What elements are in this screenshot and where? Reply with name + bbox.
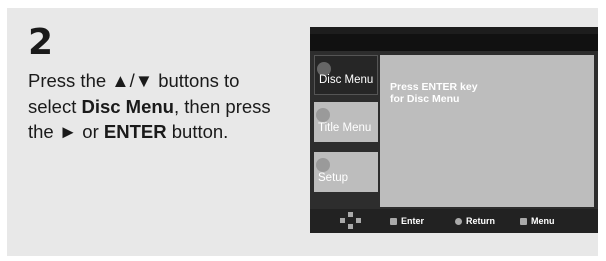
instruction-part: or	[77, 121, 104, 142]
return-hint-label: Return	[466, 216, 495, 226]
instruction-text: Press the ▲/▼ buttons to select Disc Men…	[28, 68, 288, 145]
title-icon	[316, 108, 330, 122]
menu-icon	[520, 218, 527, 225]
instruction-part: Press the	[28, 70, 112, 91]
step-number: 2	[28, 22, 55, 63]
menu-tab-title-menu[interactable]: Title Menu	[314, 102, 378, 142]
menu-tab-label: Title Menu	[318, 122, 372, 134]
menu-message: Press ENTER key for Disc Menu	[390, 81, 478, 105]
enter-emphasis: ENTER	[103, 121, 167, 142]
enter-icon	[390, 218, 397, 225]
tv-screen: Disc Menu Title Menu Setup Press ENTER k…	[310, 27, 598, 233]
disc-menu-emphasis: Disc Menu	[81, 95, 174, 117]
menu-tab-label: Disc Menu	[319, 74, 374, 86]
menu-tab-disc-menu[interactable]: Disc Menu	[314, 55, 378, 95]
return-hint: Return	[455, 216, 495, 226]
screen-header-bar	[310, 34, 598, 51]
enter-hint-label: Enter	[401, 216, 425, 226]
screen-top-bar	[310, 27, 598, 34]
enter-hint: Enter	[390, 216, 424, 226]
menu-tab-setup[interactable]: Setup	[314, 152, 378, 192]
menu-tab-label: Setup	[318, 172, 349, 184]
menu-hint-label: Menu	[531, 216, 555, 226]
screen-bottom-bar: Enter Return Menu	[310, 209, 598, 233]
instruction-part: button.	[166, 121, 229, 142]
menu-hint: Menu	[520, 216, 555, 226]
nav-arrows-icon	[340, 212, 362, 230]
message-line-1: Press ENTER key	[390, 81, 478, 93]
gear-icon	[316, 158, 330, 172]
right-arrow: ►	[58, 121, 78, 142]
up-down-arrows: ▲/▼	[111, 70, 154, 91]
message-line-2: for Disc Menu	[390, 93, 460, 105]
return-icon	[455, 218, 462, 225]
menu-content-area: Press ENTER key for Disc Menu	[380, 55, 594, 207]
